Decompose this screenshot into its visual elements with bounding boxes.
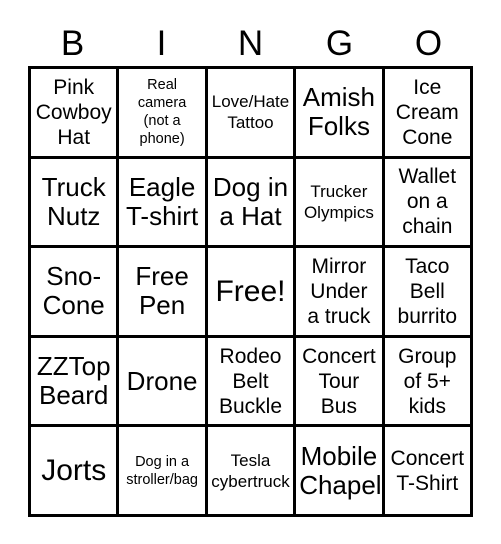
- bingo-cell-label: Amish Folks: [302, 82, 376, 142]
- bingo-cell-r5-c2[interactable]: Dog in a stroller/bag: [119, 427, 208, 517]
- bingo-cell-r4-c3[interactable]: Rodeo Belt Buckle: [207, 337, 297, 428]
- bingo-cell-label: Group of 5+ kids: [398, 344, 457, 418]
- bingo-cell-label: Mobile Chapel: [299, 440, 382, 500]
- bingo-cell-r2-c5[interactable]: Wallet on a chain: [384, 158, 473, 249]
- bingo-cell-r1-c5[interactable]: Ice Cream Cone: [384, 69, 473, 159]
- bingo-header: B I N G O: [28, 22, 473, 66]
- bingo-card: B I N G O Pink Cowboy Hat Real camera (no…: [0, 0, 501, 544]
- bingo-cell-r3-c2[interactable]: Free Pen: [119, 248, 208, 338]
- bingo-header-letter-i: I: [156, 24, 167, 63]
- bingo-cell-label: Eagle T-shirt: [125, 171, 199, 231]
- bingo-cell-label: Love/Hate Tattoo: [211, 92, 290, 133]
- bingo-cell-r2-c4[interactable]: Trucker Olympics: [296, 158, 385, 249]
- bingo-cell-label: Drone: [126, 365, 198, 396]
- bingo-header-letter-g: G: [325, 24, 354, 63]
- bingo-cell-r4-c2[interactable]: Drone: [119, 337, 208, 428]
- bingo-cell-r1-c2[interactable]: Real camera (not a phone): [119, 69, 208, 159]
- bingo-cell-label: Rodeo Belt Buckle: [218, 344, 282, 418]
- bingo-header-letter-b: B: [60, 24, 85, 63]
- bingo-cell-r1-c4[interactable]: Amish Folks: [296, 69, 385, 159]
- bingo-cell-r1-c1[interactable]: Pink Cowboy Hat: [31, 69, 120, 159]
- bingo-cell-label: Concert T-Shirt: [390, 446, 465, 495]
- bingo-cell-r4-c1[interactable]: ZZTop Beard: [31, 337, 120, 428]
- bingo-cell-label: Taco Bell burrito: [397, 254, 458, 328]
- bingo-cell-label: Ice Cream Cone: [395, 75, 459, 149]
- bingo-cell-r2-c3[interactable]: Dog in a Hat: [207, 158, 297, 249]
- bingo-cell-label: Wallet on a chain: [398, 165, 457, 239]
- bingo-cell-label: ZZTop Beard: [36, 351, 111, 411]
- bingo-cell-label: Free!: [215, 274, 286, 308]
- bingo-cell-r3-c1[interactable]: Sno- Cone: [31, 248, 120, 338]
- bingo-cell-label: Dog in a stroller/bag: [126, 453, 198, 488]
- bingo-grid: Pink Cowboy Hat Real camera (not a phone)…: [28, 66, 473, 517]
- bingo-cell-r3-c5[interactable]: Taco Bell burrito: [384, 248, 473, 338]
- bingo-cell-r2-c2[interactable]: Eagle T-shirt: [119, 158, 208, 249]
- bingo-cell-r4-c4[interactable]: Concert Tour Bus: [296, 337, 385, 428]
- bingo-cell-r1-c3[interactable]: Love/Hate Tattoo: [207, 69, 297, 159]
- bingo-cell-r3-c3[interactable]: Free!: [207, 248, 297, 338]
- bingo-cell-label: Sno- Cone: [42, 261, 105, 321]
- bingo-cell-r5-c1[interactable]: Jorts: [31, 427, 120, 517]
- bingo-cell-r5-c5[interactable]: Concert T-Shirt: [384, 427, 473, 517]
- bingo-cell-r5-c4[interactable]: Mobile Chapel: [296, 427, 385, 517]
- bingo-header-letter-n: N: [237, 24, 264, 63]
- bingo-cell-label: Jorts: [41, 454, 107, 488]
- bingo-cell-r3-c4[interactable]: Mirror Under a truck: [296, 248, 385, 338]
- bingo-cell-label: Tesla cybertruck: [211, 450, 290, 491]
- bingo-cell-label: Trucker Olympics: [303, 181, 374, 222]
- bingo-cell-label: Dog in a Hat: [212, 171, 289, 231]
- bingo-header-letter-o: O: [414, 24, 443, 63]
- bingo-cell-r5-c3[interactable]: Tesla cybertruck: [207, 427, 297, 517]
- bingo-cell-label: Pink Cowboy Hat: [35, 75, 112, 149]
- bingo-cell-r2-c1[interactable]: Truck Nutz: [31, 158, 120, 249]
- bingo-cell-label: Real camera (not a phone): [137, 77, 187, 148]
- bingo-cell-label: Free Pen: [135, 261, 189, 321]
- bingo-cell-label: Concert Tour Bus: [302, 344, 376, 418]
- bingo-cell-label: Truck Nutz: [41, 171, 106, 231]
- bingo-cell-label: Mirror Under a truck: [307, 254, 371, 328]
- bingo-cell-r4-c5[interactable]: Group of 5+ kids: [384, 337, 473, 428]
